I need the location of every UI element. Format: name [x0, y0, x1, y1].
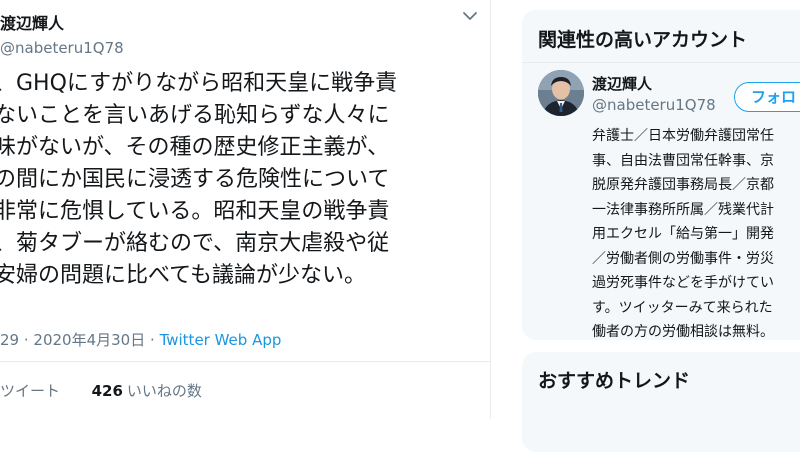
- tweet-source-link[interactable]: Twitter Web App: [160, 331, 282, 349]
- bio-line: 弁護士／日本労働弁護団常任: [592, 128, 774, 144]
- trends-panel: おすすめトレンド: [522, 352, 800, 452]
- follow-button[interactable]: フォロ: [734, 82, 800, 112]
- chevron-down-icon: [463, 11, 477, 20]
- bio-line: す。ツイッターみて来られた: [592, 299, 773, 316]
- related-accounts-panel: 関連性の高いアカウント 渡辺輝人 @nabeteru1Q78 フォロ 弁護士／日…: [522, 10, 800, 340]
- tweet-text-line: 味がないが、その種の歴史修正主義が、: [0, 135, 390, 160]
- tweet-author-handle[interactable]: @nabeteru1Q78: [0, 39, 124, 57]
- avatar[interactable]: [538, 70, 584, 116]
- tweet-menu-button[interactable]: [456, 2, 484, 30]
- tweet-time[interactable]: 29: [0, 331, 19, 349]
- tweet-text-line: 、菊タブーが絡むので、南京大虐殺や従: [0, 231, 390, 256]
- bio-line: 働者の方の労働相談は無料。: [592, 324, 774, 340]
- tweet-text-line: 非常に危惧している。昭和天皇の戦争責: [0, 199, 390, 224]
- bio-line: ／労働者側の労働事件・労災: [592, 250, 774, 267]
- tweet-text: 、GHQにすがりながら昭和天皇に戦争責 ないことを言いあげる恥知らずな人々に 味…: [0, 68, 490, 292]
- related-accounts-title: 関連性の高いアカウント: [538, 29, 748, 51]
- bio-line: 一法律事務所所属／残業代計: [592, 201, 774, 218]
- tweet-meta: 29 · 2020年4月30日 · Twitter Web App: [0, 329, 281, 350]
- bio-line: 用エクセル「給与第一」開発: [592, 226, 774, 242]
- retweets-label[interactable]: ツイート: [0, 382, 60, 400]
- meta-separator: ·: [150, 331, 160, 349]
- column-divider: [490, 0, 491, 419]
- likes-stat[interactable]: 426 いいねの数: [92, 382, 202, 400]
- meta-separator: ·: [23, 331, 34, 349]
- divider: [0, 361, 490, 362]
- tweet-text-line: 、GHQにすがりながら昭和天皇に戦争責: [0, 71, 398, 96]
- likes-count: 426: [91, 382, 123, 400]
- trends-title: おすすめトレンド: [538, 370, 691, 392]
- tweet-text-line: の間にか国民に浸透する危険性について: [0, 167, 390, 192]
- divider: [522, 62, 800, 63]
- tweet-detail: 渡辺輝人 @nabeteru1Q78 、GHQにすがりながら昭和天皇に戦争責 な…: [0, 0, 490, 419]
- likes-label: いいねの数: [126, 382, 202, 400]
- profile-photo: [538, 70, 584, 116]
- tweet-text-line: ないことを言いあげる恥知らずな人々に: [0, 103, 390, 128]
- tweet-author-name[interactable]: 渡辺輝人: [0, 10, 64, 34]
- account-bio: 弁護士／日本労働弁護団常任 事、自由法曹団常任幹事、京 脱原発弁護団事務局長／京…: [592, 124, 800, 340]
- tweet-text-line: 安婦の問題に比べても議論が少ない。: [0, 263, 367, 288]
- account-handle[interactable]: @nabeteru1Q78: [592, 96, 716, 114]
- account-name[interactable]: 渡辺輝人: [592, 73, 652, 94]
- tweet-stats: ツイート 426 いいねの数: [0, 380, 202, 401]
- bio-line: 脱原発弁護団事務局長／京都: [592, 177, 774, 193]
- bio-line: 過労死事件などを手がけてい: [592, 275, 774, 291]
- tweet-date[interactable]: 2020年4月30日: [33, 331, 145, 349]
- bio-line: 事、自由法曹団常任幹事、京: [592, 152, 774, 169]
